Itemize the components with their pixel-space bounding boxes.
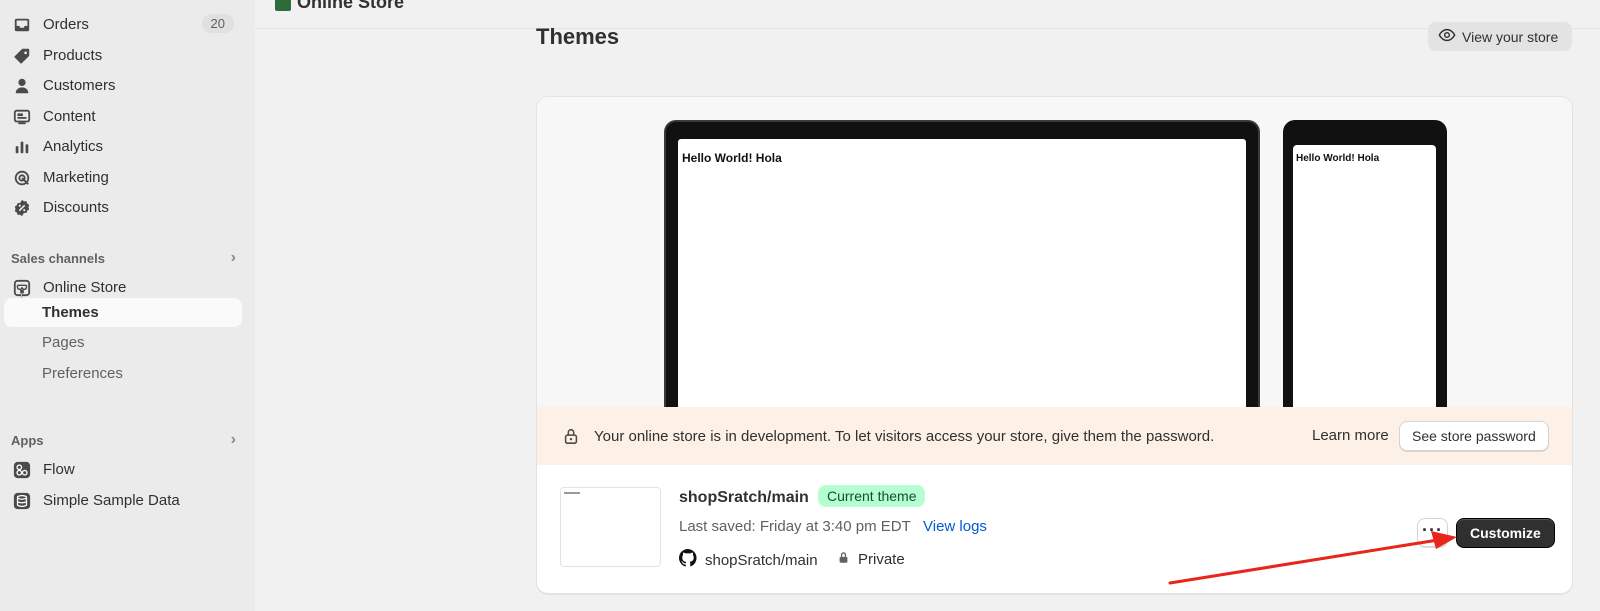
visibility-indicator: Private: [837, 551, 905, 568]
inbox-icon: [13, 16, 31, 34]
sidebar: Orders 20 Products Customers Content Ana…: [0, 0, 255, 611]
sidebar-item-label: Products: [43, 47, 103, 64]
sidebar-item-label: Customers: [43, 77, 116, 94]
sidebar-item-analytics[interactable]: Analytics: [4, 132, 242, 161]
sidebar-item-label: Content: [43, 108, 96, 125]
sidebar-item-pages[interactable]: Pages: [4, 328, 242, 357]
eye-icon: [1438, 26, 1456, 47]
learn-more-link[interactable]: Learn more: [1312, 427, 1389, 444]
sidebar-item-preferences[interactable]: Preferences: [4, 359, 242, 388]
person-icon: [13, 77, 31, 95]
mobile-preview: Hello World! Hola: [1283, 120, 1447, 408]
data-app-icon: [13, 492, 31, 510]
page-title: Themes: [536, 24, 620, 49]
sidebar-item-label: Marketing: [43, 169, 109, 186]
sidebar-item-themes[interactable]: Themes: [4, 298, 242, 327]
mobile-preview-screen: Hello World! Hola: [1293, 145, 1436, 408]
github-icon: [678, 549, 697, 571]
view-store-label: View your store: [1462, 28, 1559, 45]
sidebar-item-simple-sample-data[interactable]: Simple Sample Data: [4, 486, 242, 515]
flow-app-icon: [13, 461, 31, 479]
more-actions-button[interactable]: ···: [1417, 518, 1448, 547]
tag-icon: [13, 47, 31, 65]
sales-channels-heading[interactable]: Sales channels ›: [11, 249, 236, 267]
theme-preview[interactable]: Hello World! Hola Hello World! Hola: [537, 97, 1572, 408]
desktop-preview-text: Hello World! Hola: [682, 151, 782, 165]
desktop-preview: Hello World! Hola: [664, 120, 1260, 408]
apps-heading[interactable]: Apps ›: [11, 431, 236, 449]
orders-count-badge: 20: [201, 14, 234, 33]
current-theme-badge: Current theme: [818, 485, 926, 507]
sidebar-item-products[interactable]: Products: [4, 41, 242, 70]
content-icon: [13, 108, 31, 126]
sidebar-item-label: Themes: [42, 304, 99, 321]
theme-info-row: shopSratch/main Current theme Last saved…: [537, 465, 1572, 593]
sidebar-item-orders[interactable]: Orders 20: [4, 10, 242, 39]
store-icon: [275, 0, 291, 11]
theme-name: shopSratch/main: [679, 489, 809, 506]
header-title: Online Store: [297, 0, 405, 12]
sidebar-item-label: Discounts: [43, 199, 109, 216]
repo-name: shopSratch/main: [705, 551, 818, 569]
target-icon: [13, 169, 31, 187]
sidebar-item-content[interactable]: Content: [4, 102, 242, 131]
mobile-preview-text: Hello World! Hola: [1296, 153, 1380, 164]
customize-button[interactable]: Customize: [1456, 518, 1555, 548]
lock-icon: [837, 551, 850, 568]
sidebar-item-label: Analytics: [43, 138, 104, 155]
discount-icon: [13, 199, 31, 217]
see-store-password-button[interactable]: See store password: [1399, 421, 1549, 451]
visibility-label: Private: [858, 551, 905, 568]
development-message: Your online store is in development. To …: [594, 427, 1215, 445]
sidebar-item-label: Pages: [42, 334, 85, 351]
sidebar-item-label: Preferences: [42, 365, 123, 382]
view-logs-link[interactable]: View logs: [923, 518, 987, 535]
sidebar-item-marketing[interactable]: Marketing: [4, 163, 242, 192]
sidebar-item-discounts[interactable]: Discounts: [4, 193, 242, 222]
sidebar-item-flow[interactable]: Flow: [4, 455, 242, 484]
chevron-right-icon: ›: [230, 249, 236, 266]
online-store-header: Online Store: [275, 0, 404, 13]
development-banner: Your online store is in development. To …: [537, 407, 1572, 465]
sidebar-item-label: Online Store: [43, 279, 127, 296]
last-saved-text: Last saved: Friday at 3:40 pm EDT: [679, 518, 911, 535]
desktop-preview-screen: Hello World! Hola: [678, 139, 1246, 408]
lock-icon: [562, 427, 580, 445]
sidebar-item-label: Flow: [43, 461, 75, 478]
view-store-button[interactable]: View your store: [1428, 22, 1573, 51]
current-theme-card: Hello World! Hola Hello World! Hola Your…: [536, 96, 1573, 594]
sidebar-item-customers[interactable]: Customers: [4, 71, 242, 100]
apps-label: Apps: [11, 432, 44, 448]
chevron-right-icon: ›: [230, 431, 236, 448]
theme-thumbnail[interactable]: [560, 487, 661, 567]
page-header-strip: Online Store: [255, 0, 1600, 29]
sidebar-item-label: Orders: [43, 16, 89, 33]
sales-channels-label: Sales channels: [11, 250, 105, 266]
sidebar-item-label: Simple Sample Data: [43, 492, 180, 509]
bar-chart-icon: [13, 138, 31, 156]
github-repo: shopSratch/main: [678, 549, 818, 571]
